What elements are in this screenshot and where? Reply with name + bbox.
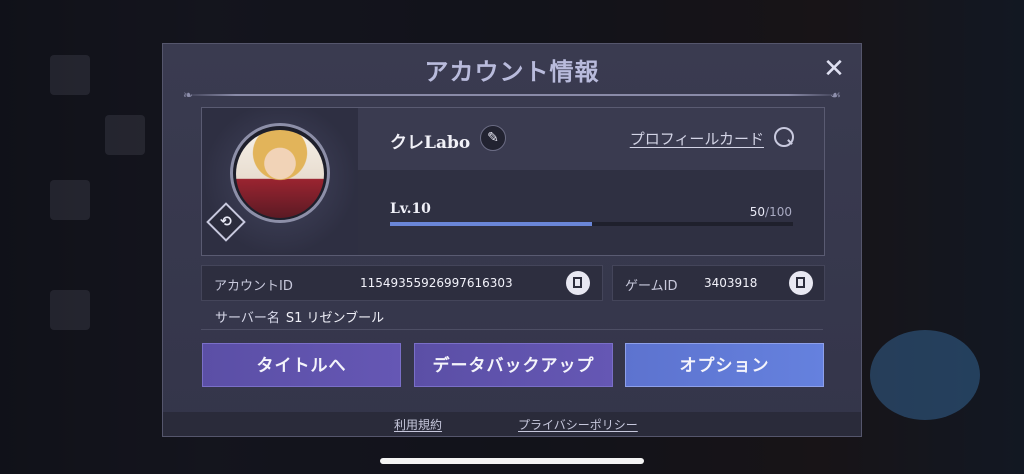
copy-icon[interactable]: [566, 271, 590, 295]
ornament-right-icon: ☙: [830, 88, 841, 102]
home-indicator[interactable]: [380, 458, 644, 464]
exp-bar-fill: [390, 222, 592, 226]
exp-max: /100: [765, 205, 792, 219]
game-id-label: ゲームID: [625, 279, 678, 294]
account-id-label: アカウントID: [214, 279, 293, 294]
profile-card: ⟲ クレLabo ✎ プロフィールカード Lv.10 50/100: [201, 107, 825, 256]
terms-link[interactable]: 利用規約: [394, 416, 442, 433]
exp-counter: 50/100: [750, 205, 792, 219]
swap-avatar-button[interactable]: ⟲: [206, 202, 246, 242]
game-id-row: ゲームID 3403918: [612, 265, 825, 301]
exp-bar: [390, 222, 793, 226]
account-info-dialog: アカウント情報 ✕ ❧ ☙ ⟲ クレLabo ✎ プロフィールカード Lv.10…: [162, 43, 862, 437]
data-backup-button[interactable]: データバックアップ: [414, 343, 613, 387]
section-divider: [201, 329, 823, 330]
background-glow: [870, 330, 980, 420]
server-name: サーバー名 S1 リゼンブール: [215, 307, 384, 326]
title-divider: [183, 94, 841, 96]
account-id-value: 11549355926997616303: [360, 276, 513, 290]
swap-icon: ⟲: [220, 214, 232, 230]
copy-icon[interactable]: [789, 271, 813, 295]
server-value: S1 リゼンブール: [285, 311, 385, 326]
privacy-policy-link[interactable]: プライバシーポリシー: [518, 416, 638, 433]
username: クレLabo: [390, 133, 471, 153]
ornament-left-icon: ❧: [183, 88, 194, 102]
to-title-button[interactable]: タイトルへ: [202, 343, 401, 387]
avatar[interactable]: [236, 130, 324, 218]
search-icon[interactable]: [774, 127, 794, 147]
dialog-title: アカウント情報: [424, 57, 600, 86]
server-label: サーバー名: [215, 311, 280, 326]
background-icon: [105, 115, 145, 155]
profile-card-link[interactable]: プロフィールカード: [630, 128, 764, 149]
options-button[interactable]: オプション: [625, 343, 824, 387]
account-id-row: アカウントID 11549355926997616303: [201, 265, 603, 301]
background-icon: [50, 180, 90, 220]
level-label: Lv.10: [390, 201, 431, 217]
background-icon: [50, 55, 90, 95]
pencil-icon[interactable]: ✎: [480, 125, 506, 151]
avatar-area: ⟲: [202, 108, 358, 255]
game-id-value: 3403918: [704, 276, 758, 290]
background-icon: [50, 290, 90, 330]
exp-current: 50: [749, 205, 766, 219]
close-icon[interactable]: ✕: [819, 54, 849, 84]
dialog-footer: 利用規約 プライバシーポリシー: [163, 412, 861, 436]
